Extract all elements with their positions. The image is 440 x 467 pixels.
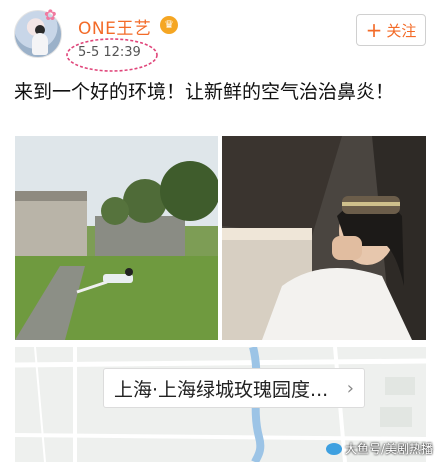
vip-crown-icon: ♛ bbox=[160, 16, 178, 34]
follow-label: 关注 bbox=[386, 21, 417, 40]
lawn-scene bbox=[15, 161, 218, 340]
post-header: ✿ ONE王艺 ♛ 5-5 12:39 + 关注 bbox=[0, 0, 440, 74]
post-photo-lawn[interactable] bbox=[15, 136, 218, 340]
avatar-figure bbox=[32, 33, 48, 55]
location-label-card[interactable]: 上海·上海绿城玫瑰园度... › bbox=[103, 368, 365, 408]
post-photo-portrait[interactable] bbox=[222, 136, 426, 340]
watermark-text: 大鱼号/美剧热播 bbox=[345, 442, 434, 456]
fish-logo-icon bbox=[326, 442, 342, 455]
portrait-scene bbox=[222, 136, 426, 340]
decorative-star-icon: ✿ bbox=[44, 6, 57, 24]
post-text: 来到一个好的环境！让新鲜的空气治治鼻炎！ bbox=[14, 81, 395, 103]
watermark: 大鱼号/美剧热播 bbox=[326, 440, 433, 457]
follow-button[interactable]: + 关注 bbox=[356, 14, 426, 46]
plus-icon: + bbox=[365, 18, 383, 42]
location-name: 上海·上海绿城玫瑰园度... bbox=[114, 378, 329, 401]
chevron-right-icon: › bbox=[346, 378, 354, 399]
post-timestamp[interactable]: 5-5 12:39 bbox=[78, 45, 141, 60]
